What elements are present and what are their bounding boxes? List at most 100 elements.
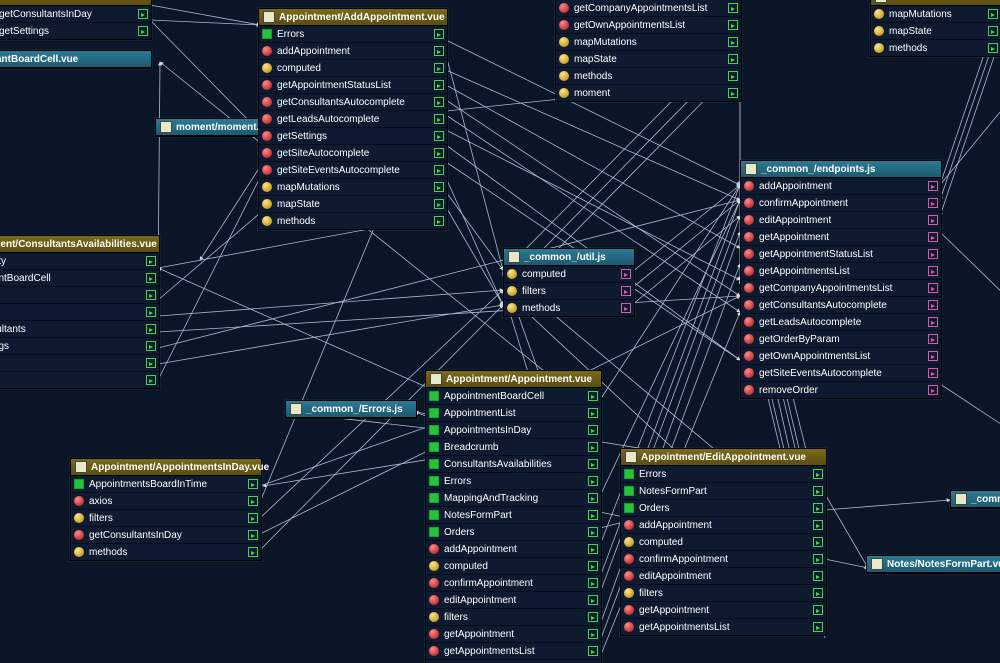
out-port[interactable] xyxy=(434,63,444,73)
member-row[interactable]: filters xyxy=(504,283,634,300)
module-header[interactable]: ppointment/ConsultantsAvailabilities.vue xyxy=(0,236,159,253)
out-port[interactable] xyxy=(988,43,998,53)
module-node[interactable]: _common_/endpoints.jsaddAppointmentconfi… xyxy=(740,160,942,399)
out-port[interactable] xyxy=(588,391,598,401)
out-port-alt[interactable] xyxy=(928,368,938,378)
out-port[interactable] xyxy=(434,165,444,175)
out-port-alt[interactable] xyxy=(621,269,631,279)
out-port[interactable] xyxy=(248,496,258,506)
member-row[interactable]: methods xyxy=(871,40,1000,56)
out-port[interactable] xyxy=(813,469,823,479)
member-row[interactable]: getAppointmentsList xyxy=(426,643,601,660)
member-row[interactable]: getAppointmentsList xyxy=(741,263,941,280)
member-row[interactable]: getConsultants xyxy=(0,321,159,338)
member-row[interactable]: getAppointmentsList xyxy=(621,619,826,635)
member-row[interactable]: computed xyxy=(621,534,826,551)
module-header[interactable]: _common_/util.js xyxy=(504,249,634,266)
module-node[interactable]: Appointment/AddAppointment.vueErrorsaddA… xyxy=(258,8,448,230)
out-port-alt[interactable] xyxy=(928,181,938,191)
member-row[interactable]: mapMutations xyxy=(556,34,741,51)
member-row[interactable]: addAppointment xyxy=(259,43,447,60)
out-port[interactable] xyxy=(146,256,156,266)
module-node[interactable]: Appointment/AppointmentsInDay.vueAppoint… xyxy=(70,458,262,561)
out-port[interactable] xyxy=(434,131,444,141)
member-row[interactable]: mapState xyxy=(556,51,741,68)
out-port[interactable] xyxy=(588,408,598,418)
out-port[interactable] xyxy=(588,578,598,588)
out-port[interactable] xyxy=(813,571,823,581)
member-row[interactable]: mapMutations xyxy=(259,179,447,196)
member-row[interactable]: axios xyxy=(0,287,159,304)
out-port[interactable] xyxy=(146,273,156,283)
out-port[interactable] xyxy=(813,605,823,615)
member-row[interactable]: mapState xyxy=(259,196,447,213)
member-row[interactable]: Errors xyxy=(621,466,826,483)
member-row[interactable]: getOwnAppointmentsList xyxy=(556,17,741,34)
out-port[interactable] xyxy=(434,182,444,192)
out-port[interactable] xyxy=(138,26,148,36)
module-node[interactable]: Notes/NotesFormPart.vue xyxy=(866,555,1000,574)
out-port-alt[interactable] xyxy=(928,249,938,259)
member-row[interactable]: confirmAppointment xyxy=(621,551,826,568)
member-row[interactable]: moment xyxy=(556,85,741,101)
member-row[interactable]: getConsultantsAutocomplete xyxy=(259,94,447,111)
member-row[interactable]: getAppointment xyxy=(621,602,826,619)
member-row[interactable]: getCompanyAppointmentsList xyxy=(556,0,741,17)
member-row[interactable]: getSiteEventsAutocomplete xyxy=(741,365,941,382)
member-row[interactable]: Errors xyxy=(426,473,601,490)
member-row[interactable]: getSiteEventsAutocomplete xyxy=(259,162,447,179)
out-port[interactable] xyxy=(588,612,598,622)
out-port[interactable] xyxy=(728,88,738,98)
module-node[interactable]: mapMutationsmapStatemethods xyxy=(870,0,1000,57)
module-node[interactable]: getConsultantsInDaygetSettings xyxy=(0,0,152,40)
out-port[interactable] xyxy=(988,9,998,19)
out-port[interactable] xyxy=(138,9,148,19)
member-row[interactable]: methods xyxy=(504,300,634,316)
member-row[interactable]: AppointmentsBoardInTime xyxy=(71,476,261,493)
module-node[interactable]: ppointment/ConsultantsAvailabilities.vue… xyxy=(0,235,160,389)
module-header[interactable]: _common_/endpoints.js xyxy=(741,161,941,178)
out-port[interactable] xyxy=(248,530,258,540)
out-port-alt[interactable] xyxy=(928,300,938,310)
module-node[interactable]: _common_/Errors.js xyxy=(285,400,417,419)
member-row[interactable]: editAppointment xyxy=(426,592,601,609)
member-row[interactable]: getSettings xyxy=(0,338,159,355)
out-port[interactable] xyxy=(146,290,156,300)
dependency-graph-canvas[interactable]: getConsultantsInDaygetSettings…ent/Consu… xyxy=(0,0,1000,663)
module-header[interactable]: Appointment/EditAppointment.vue xyxy=(621,449,826,466)
out-port[interactable] xyxy=(146,375,156,385)
member-row[interactable]: methods xyxy=(71,544,261,560)
out-port-alt[interactable] xyxy=(928,215,938,225)
member-row[interactable]: methods xyxy=(0,355,159,372)
module-header[interactable]: Appointment/AppointmentsInDay.vue xyxy=(71,459,261,476)
member-row[interactable]: getOrderByParam xyxy=(741,331,941,348)
out-port[interactable] xyxy=(728,3,738,13)
member-row[interactable]: AppointmentsInDay xyxy=(426,422,601,439)
member-row[interactable]: getConsultantsInDay xyxy=(71,527,261,544)
out-port[interactable] xyxy=(588,459,598,469)
out-port[interactable] xyxy=(434,216,444,226)
module-node[interactable]: getCompanyAppointmentsListgetOwnAppointm… xyxy=(555,0,742,102)
module-node[interactable]: _common_/util.jscomputedfiltersmethods xyxy=(503,248,635,317)
out-port-alt[interactable] xyxy=(621,303,631,313)
module-header[interactable]: …ent/ConsultantBoardCell.vue xyxy=(0,51,151,68)
out-port[interactable] xyxy=(588,510,598,520)
member-row[interactable]: getAppointment xyxy=(426,626,601,643)
member-row[interactable]: AppointmentBoardCell xyxy=(426,388,601,405)
out-port[interactable] xyxy=(813,537,823,547)
member-row[interactable]: computed xyxy=(426,558,601,575)
module-header[interactable]: _common_… xyxy=(951,491,1000,508)
member-row[interactable]: editAppointment xyxy=(741,212,941,229)
out-port[interactable] xyxy=(146,358,156,368)
out-port[interactable] xyxy=(248,513,258,523)
out-port[interactable] xyxy=(588,527,598,537)
out-port[interactable] xyxy=(146,307,156,317)
out-port[interactable] xyxy=(988,26,998,36)
out-port[interactable] xyxy=(588,561,598,571)
member-row[interactable]: filters xyxy=(0,304,159,321)
out-port-alt[interactable] xyxy=(928,351,938,361)
out-port[interactable] xyxy=(434,114,444,124)
out-port[interactable] xyxy=(248,479,258,489)
module-header[interactable]: _common_/Errors.js xyxy=(286,401,416,418)
module-node[interactable]: Appointment/Appointment.vueAppointmentBo… xyxy=(425,370,602,663)
